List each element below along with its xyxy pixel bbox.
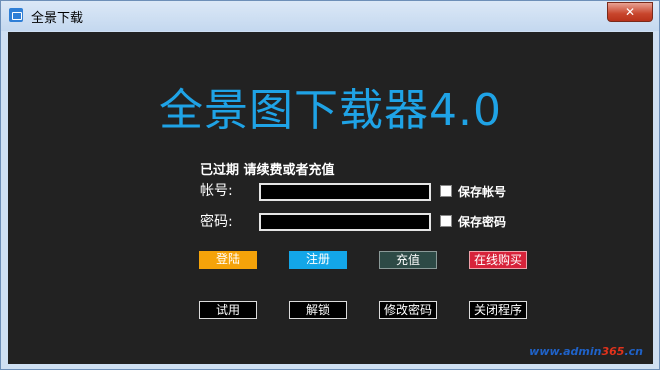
- save-password-checkbox[interactable]: [440, 215, 452, 227]
- recharge-button[interactable]: 充值: [379, 251, 437, 269]
- unlock-button[interactable]: 解锁: [289, 301, 347, 319]
- close-program-button[interactable]: 关闭程序: [469, 301, 527, 319]
- app-icon: [9, 8, 23, 22]
- save-account-label: 保存帐号: [458, 185, 507, 199]
- account-label: 帐号:: [200, 183, 233, 199]
- title-bar[interactable]: 全景下载 ✕: [1, 1, 659, 31]
- watermark-highlight: 365: [601, 345, 625, 358]
- password-label: 密码:: [200, 214, 233, 230]
- save-account-checkbox[interactable]: [440, 185, 452, 197]
- save-password-label: 保存密码: [458, 215, 507, 229]
- app-window: 全景下载 ✕ 全景图下载器4.0 已过期 请续费或者充值 帐号: 保存帐号 密码…: [0, 0, 660, 370]
- change-password-button[interactable]: 修改密码: [379, 301, 437, 319]
- window-title: 全景下载: [31, 11, 84, 26]
- app-headline: 全景图下载器4.0: [159, 85, 502, 136]
- password-input[interactable]: [259, 213, 431, 231]
- watermark-prefix: www.admin: [529, 345, 602, 358]
- client-area: 全景图下载器4.0 已过期 请续费或者充值 帐号: 保存帐号 密码: 保存密码 …: [8, 32, 653, 364]
- account-input[interactable]: [259, 183, 431, 201]
- trial-button[interactable]: 试用: [199, 301, 257, 319]
- watermark: www.admin365.cn: [529, 345, 643, 358]
- register-button[interactable]: 注册: [289, 251, 347, 269]
- buy-online-button[interactable]: 在线购买: [469, 251, 527, 269]
- login-button[interactable]: 登陆: [199, 251, 257, 269]
- status-text: 已过期 请续费或者充值: [200, 163, 335, 178]
- close-button[interactable]: ✕: [607, 2, 653, 22]
- watermark-suffix: .cn: [624, 345, 643, 358]
